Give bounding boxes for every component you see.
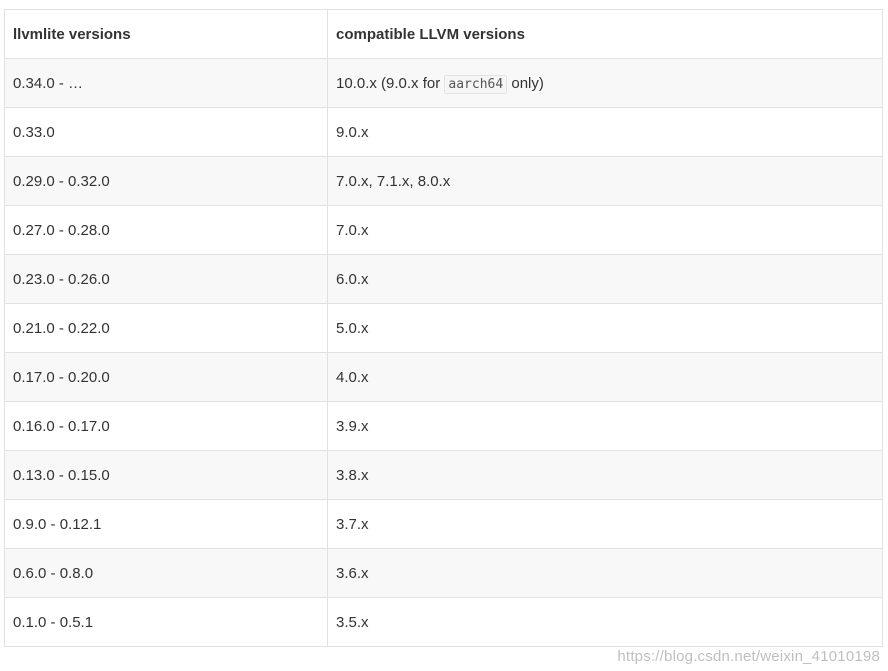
llvm-version-cell: 6.0.x [327,254,883,304]
table-row: 0.6.0 - 0.8.0 3.6.x [4,548,883,598]
inline-code: aarch64 [444,74,508,94]
llvm-version-cell: 7.0.x, 7.1.x, 8.0.x [327,156,883,206]
llvmlite-version-cell: 0.1.0 - 0.5.1 [4,597,328,647]
llvm-version-cell: 3.7.x [327,499,883,549]
llvm-version-cell: 10.0.x (9.0.x for aarch64 only) [327,58,883,108]
llvm-version-cell: 3.5.x [327,597,883,647]
llvmlite-version-cell: 0.16.0 - 0.17.0 [4,401,328,451]
table-row: 0.16.0 - 0.17.0 3.9.x [4,401,883,451]
llvm-version-cell: 5.0.x [327,303,883,353]
llvmlite-version-cell: 0.33.0 [4,107,328,157]
header-llvmlite-versions: llvmlite versions [4,9,328,59]
llvm-version-cell: 4.0.x [327,352,883,402]
llvm-version-cell: 3.6.x [327,548,883,598]
table-row: 0.9.0 - 0.12.1 3.7.x [4,499,883,549]
llvmlite-version-cell: 0.27.0 - 0.28.0 [4,205,328,255]
table-row: 0.23.0 - 0.26.0 6.0.x [4,254,883,304]
llvm-version-cell: 3.8.x [327,450,883,500]
llvm-version-cell: 3.9.x [327,401,883,451]
table-row: 0.33.0 9.0.x [4,107,883,157]
llvmlite-version-cell: 0.17.0 - 0.20.0 [4,352,328,402]
llvm-version-text: 10.0.x (9.0.x for [336,74,445,92]
table-header-row: llvmlite versions compatible LLVM versio… [4,9,883,59]
llvmlite-version-cell: 0.13.0 - 0.15.0 [4,450,328,500]
watermark-url: https://blog.csdn.net/weixin_41010198 [617,648,880,665]
table-row: 0.29.0 - 0.32.0 7.0.x, 7.1.x, 8.0.x [4,156,883,206]
header-compatible-llvm-versions: compatible LLVM versions [327,9,883,59]
table-row: 0.34.0 - … 10.0.x (9.0.x for aarch64 onl… [4,58,883,108]
llvm-version-cell: 7.0.x [327,205,883,255]
table-row: 0.1.0 - 0.5.1 3.5.x [4,597,883,647]
compatibility-table-container: llvmlite versions compatible LLVM versio… [4,9,883,647]
llvmlite-version-cell: 0.9.0 - 0.12.1 [4,499,328,549]
llvmlite-version-cell: 0.6.0 - 0.8.0 [4,548,328,598]
table-row: 0.13.0 - 0.15.0 3.8.x [4,450,883,500]
llvmlite-version-cell: 0.29.0 - 0.32.0 [4,156,328,206]
llvmlite-version-cell: 0.34.0 - … [4,58,328,108]
llvmlite-version-cell: 0.21.0 - 0.22.0 [4,303,328,353]
llvm-version-text: only) [507,74,544,92]
table-row: 0.21.0 - 0.22.0 5.0.x [4,303,883,353]
table-row: 0.27.0 - 0.28.0 7.0.x [4,205,883,255]
llvmlite-version-cell: 0.23.0 - 0.26.0 [4,254,328,304]
table-row: 0.17.0 - 0.20.0 4.0.x [4,352,883,402]
llvm-version-cell: 9.0.x [327,107,883,157]
compatibility-table: llvmlite versions compatible LLVM versio… [4,9,883,647]
